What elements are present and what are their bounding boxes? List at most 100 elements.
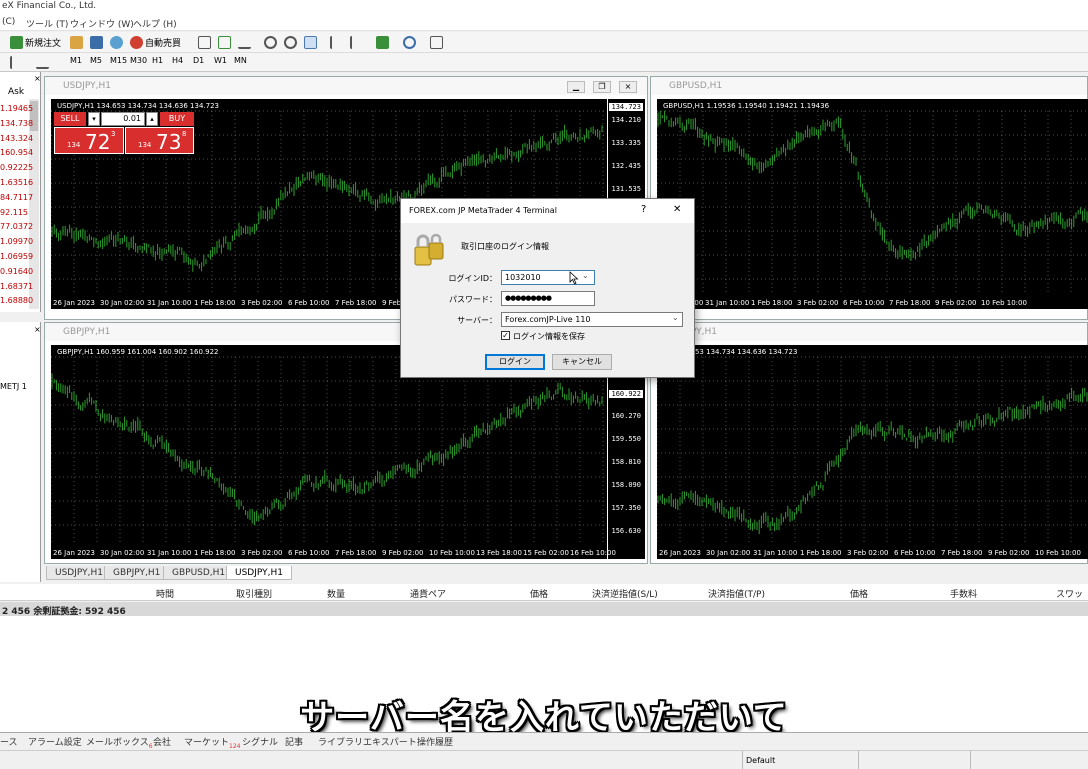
bar-chart-icon[interactable] [198, 36, 211, 49]
chart-shift-icon[interactable] [330, 36, 343, 49]
tab-library[interactable]: ライブラリ [318, 735, 363, 748]
ask-column-header[interactable]: Ask [8, 87, 24, 97]
market-watch-ask[interactable]: 1.06959 [0, 249, 33, 264]
timeframe-m30[interactable]: M30 [130, 56, 147, 65]
drawing-tools-icon[interactable] [36, 56, 49, 69]
col-price[interactable]: 価格 [530, 587, 548, 600]
timeframe-m15[interactable]: M15 [110, 56, 127, 65]
menu-item-tools[interactable]: ツール (T) [26, 17, 68, 30]
timeframe-h4[interactable]: H4 [172, 56, 183, 65]
login-id-combo[interactable]: 1032010 ⌄ [501, 270, 595, 285]
market-watch-ask[interactable]: 0.91640 [0, 264, 33, 279]
col-commission[interactable]: 手数料 [950, 587, 977, 600]
market-watch-ask[interactable]: 160.954 [0, 145, 33, 160]
market-watch-ask[interactable]: 92.115 [0, 205, 28, 220]
tab-market[interactable]: マーケット124 [184, 735, 240, 750]
timeframe-m5[interactable]: M5 [90, 56, 102, 65]
tab-company[interactable]: 会社 [153, 735, 171, 748]
timeframe-m1[interactable]: M1 [70, 56, 82, 65]
tab-signals[interactable]: シグナル [242, 735, 278, 748]
candlestick-icon[interactable] [218, 36, 231, 49]
col-sl[interactable]: 決済逆指値(S/L) [592, 587, 658, 600]
templates-icon[interactable] [430, 36, 443, 49]
tab-articles[interactable]: 記事 [285, 735, 303, 748]
market-watch-ask[interactable]: 1.09970 [0, 234, 33, 249]
timeframe-w1[interactable]: W1 [214, 56, 227, 65]
market-watch-ask[interactable]: 1.63516 [0, 175, 33, 190]
auto-trade-button[interactable]: 自動売買 [130, 35, 181, 50]
chart-tab-gbpusd[interactable]: GBPUSD,H1 [163, 566, 235, 580]
market-watch-ask[interactable]: 0.92225 [0, 160, 33, 175]
sell-price-button[interactable]: 134 72 3 [54, 127, 124, 154]
sell-button-small[interactable]: SELL [54, 112, 86, 126]
indicators-icon[interactable] [376, 36, 389, 49]
tab-mailbox[interactable]: メールボックス6 [86, 735, 153, 750]
col-time[interactable]: 時間 [156, 587, 174, 600]
chevron-down-icon[interactable]: ⌄ [582, 271, 589, 280]
password-input[interactable]: ●●●●●●●●● [501, 291, 595, 306]
col-symbol[interactable]: 通貨ペア [410, 587, 446, 600]
timeframe-mn[interactable]: MN [234, 56, 247, 65]
price-tick-label: 131.535 [611, 185, 641, 193]
market-watch-ask[interactable]: 1.68371 [0, 279, 33, 294]
login-button[interactable]: ログイン [485, 354, 545, 370]
new-order-button[interactable]: 新規注文 [10, 35, 61, 50]
menu-item-window[interactable]: ウィンドウ (W) [70, 17, 134, 30]
help-button[interactable]: ? [641, 204, 646, 215]
tile-windows-icon[interactable] [304, 36, 317, 49]
market-watch-ask[interactable]: 1.68880 [0, 293, 33, 308]
market-watch-ask[interactable]: 134.738 [0, 116, 33, 131]
tab-mailbox-label: メールボックス [86, 738, 149, 748]
time-tick-label: 1 Feb 18:00 [800, 549, 842, 557]
market-watch-ask[interactable]: 77.0372 [0, 219, 33, 234]
lot-size-input[interactable]: 0.01 [101, 112, 145, 126]
menu-item-view[interactable]: (C) [2, 17, 15, 27]
autoscroll-icon[interactable] [350, 36, 363, 49]
col-tp[interactable]: 決済指値(T/P) [708, 587, 765, 600]
col-price-2[interactable]: 価格 [850, 587, 868, 600]
chevron-down-icon[interactable]: ⌄ [672, 313, 679, 322]
price-chart[interactable]: GBPUSD,H1 1.19536 1.19540 1.19421 1.1943… [657, 99, 1088, 309]
timeframe-h1[interactable]: H1 [152, 56, 163, 65]
lot-up-icon[interactable]: ▴ [146, 112, 158, 126]
save-login-label[interactable]: ログイン情報を保存 [513, 331, 585, 342]
tester-icon[interactable] [90, 36, 103, 49]
chart-tab-usdjpy[interactable]: USDJPY,H1 [46, 566, 112, 580]
col-volume[interactable]: 数量 [327, 587, 345, 600]
market-watch-ask[interactable]: 1.19465 [0, 101, 33, 116]
buy-price-button[interactable]: 134 73 8 [125, 127, 194, 154]
lot-down-icon[interactable]: ▾ [88, 112, 100, 126]
market-watch-scrollbar[interactable] [29, 99, 39, 309]
tab-news[interactable]: ース [0, 735, 18, 748]
cancel-button[interactable]: キャンセル [552, 354, 612, 370]
col-type[interactable]: 取引種別 [236, 587, 272, 600]
zoom-out-icon[interactable] [284, 36, 297, 49]
minimize-button[interactable]: ▁ [567, 81, 585, 93]
restore-button[interactable]: ❐ [593, 81, 611, 93]
close-button[interactable]: × [619, 81, 637, 93]
panel-close-icon[interactable]: × [34, 74, 41, 83]
price-chart[interactable]: H1 134.653 134.734 134.636 134.723 26 Jan… [657, 345, 1088, 559]
panel-close-icon[interactable]: × [34, 325, 41, 334]
line-chart-icon[interactable] [238, 36, 251, 49]
periods-icon[interactable] [403, 36, 416, 49]
price-tick-label: 160.270 [611, 412, 641, 420]
zoom-in-icon[interactable] [264, 36, 277, 49]
market-watch-ask[interactable]: 143.324 [0, 131, 33, 146]
buy-button-small[interactable]: BUY [160, 112, 194, 126]
server-select[interactable]: Forex.comJP-Live 110 ⌄ [501, 312, 683, 327]
tab-journal[interactable]: 操作履歴 [417, 735, 453, 748]
chart-tab-usdjpy-active[interactable]: USDJPY,H1 [226, 566, 292, 580]
close-button[interactable]: ✕ [673, 204, 681, 215]
cursor-icon[interactable] [10, 56, 23, 69]
timeframe-d1[interactable]: D1 [193, 56, 204, 65]
tab-alerts[interactable]: アラーム設定 [28, 735, 82, 748]
tab-experts[interactable]: エキスパート [363, 735, 417, 748]
chart-tab-gbpjpy[interactable]: GBPJPY,H1 [104, 566, 170, 580]
market-watch-ask[interactable]: 84.7117 [0, 190, 33, 205]
history-center-icon[interactable] [70, 36, 83, 49]
globe-icon[interactable] [110, 36, 123, 49]
save-login-checkbox[interactable]: ✓ [501, 331, 510, 340]
navigator-account-item[interactable]: METJ 1 [0, 382, 27, 391]
menu-item-help[interactable]: ヘルプ (H) [133, 17, 177, 30]
